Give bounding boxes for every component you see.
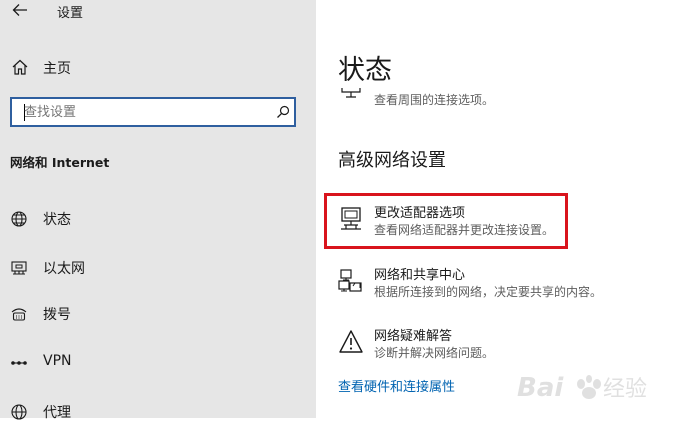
network-option-icon — [341, 88, 361, 98]
search-input[interactable] — [24, 103, 264, 121]
option-description: 诊断并解决网络问题。 — [374, 346, 495, 360]
sidebar-item-label: 代理 — [43, 405, 71, 421]
dialup-icon — [11, 308, 27, 321]
sidebar-item-label: 状态 — [43, 212, 71, 228]
sidebar-item-dialup[interactable]: 拨号 — [0, 296, 316, 330]
vpn-icon — [11, 361, 27, 365]
option-title: 网络和共享中心 — [374, 268, 466, 283]
previous-option-description: 查看周围的连接选项。 — [374, 93, 495, 107]
back-arrow-icon — [12, 4, 27, 16]
baidu-watermark-logo: Bai 经验 — [517, 373, 647, 403]
svg-text:Bai: Bai — [517, 373, 564, 403]
hardware-properties-link[interactable]: 查看硬件和连接属性 — [338, 376, 455, 395]
sidebar-item-status[interactable]: 状态 — [0, 201, 316, 235]
option-title: 更改适配器选项 — [374, 206, 466, 221]
proxy-globe-icon — [11, 404, 27, 420]
section-heading: 网络和 Internet — [10, 155, 110, 170]
home-nav-item[interactable]: 主页 — [0, 52, 316, 82]
home-icon — [12, 59, 28, 75]
globe-icon — [11, 211, 27, 227]
home-label: 主页 — [43, 61, 71, 77]
sidebar-item-label: 以太网 — [43, 261, 85, 277]
warning-triangle-icon — [339, 330, 363, 353]
change-adapter-options[interactable]: 更改适配器选项 查看网络适配器并更改连接设置。 — [326, 202, 656, 252]
network-sharing-center[interactable]: 网络和共享中心 根据所连接到的网络，决定要共享的内容。 — [326, 264, 656, 314]
search-icon[interactable] — [276, 105, 290, 119]
sidebar-item-ethernet[interactable]: 以太网 — [0, 250, 316, 284]
option-description: 根据所连接到的网络，决定要共享的内容。 — [374, 285, 603, 299]
back-button[interactable] — [8, 0, 32, 22]
main-content: 状态 查看周围的连接选项。 高级网络设置 更改适配器选项 查看网络适配器并更改连… — [316, 0, 676, 418]
sidebar: 设置 主页 网络和 Internet 状态 以太网 — [0, 0, 316, 421]
search-box[interactable] — [10, 97, 296, 127]
option-description: 查看网络适配器并更改连接设置。 — [374, 223, 555, 237]
sidebar-item-label: VPN — [43, 353, 72, 369]
sharing-center-icon — [338, 269, 362, 292]
sidebar-item-vpn[interactable]: VPN — [0, 345, 316, 379]
ethernet-icon — [11, 261, 27, 275]
option-title: 网络疑难解答 — [374, 329, 453, 344]
sidebar-item-label: 拨号 — [43, 307, 71, 323]
svg-text:经验: 经验 — [603, 377, 647, 402]
page-title: 状态 — [338, 55, 392, 86]
advanced-settings-heading: 高级网络设置 — [338, 150, 446, 171]
app-title: 设置 — [57, 6, 84, 21]
adapter-monitor-icon — [341, 207, 361, 230]
sidebar-item-proxy[interactable]: 代理 — [0, 394, 316, 428]
